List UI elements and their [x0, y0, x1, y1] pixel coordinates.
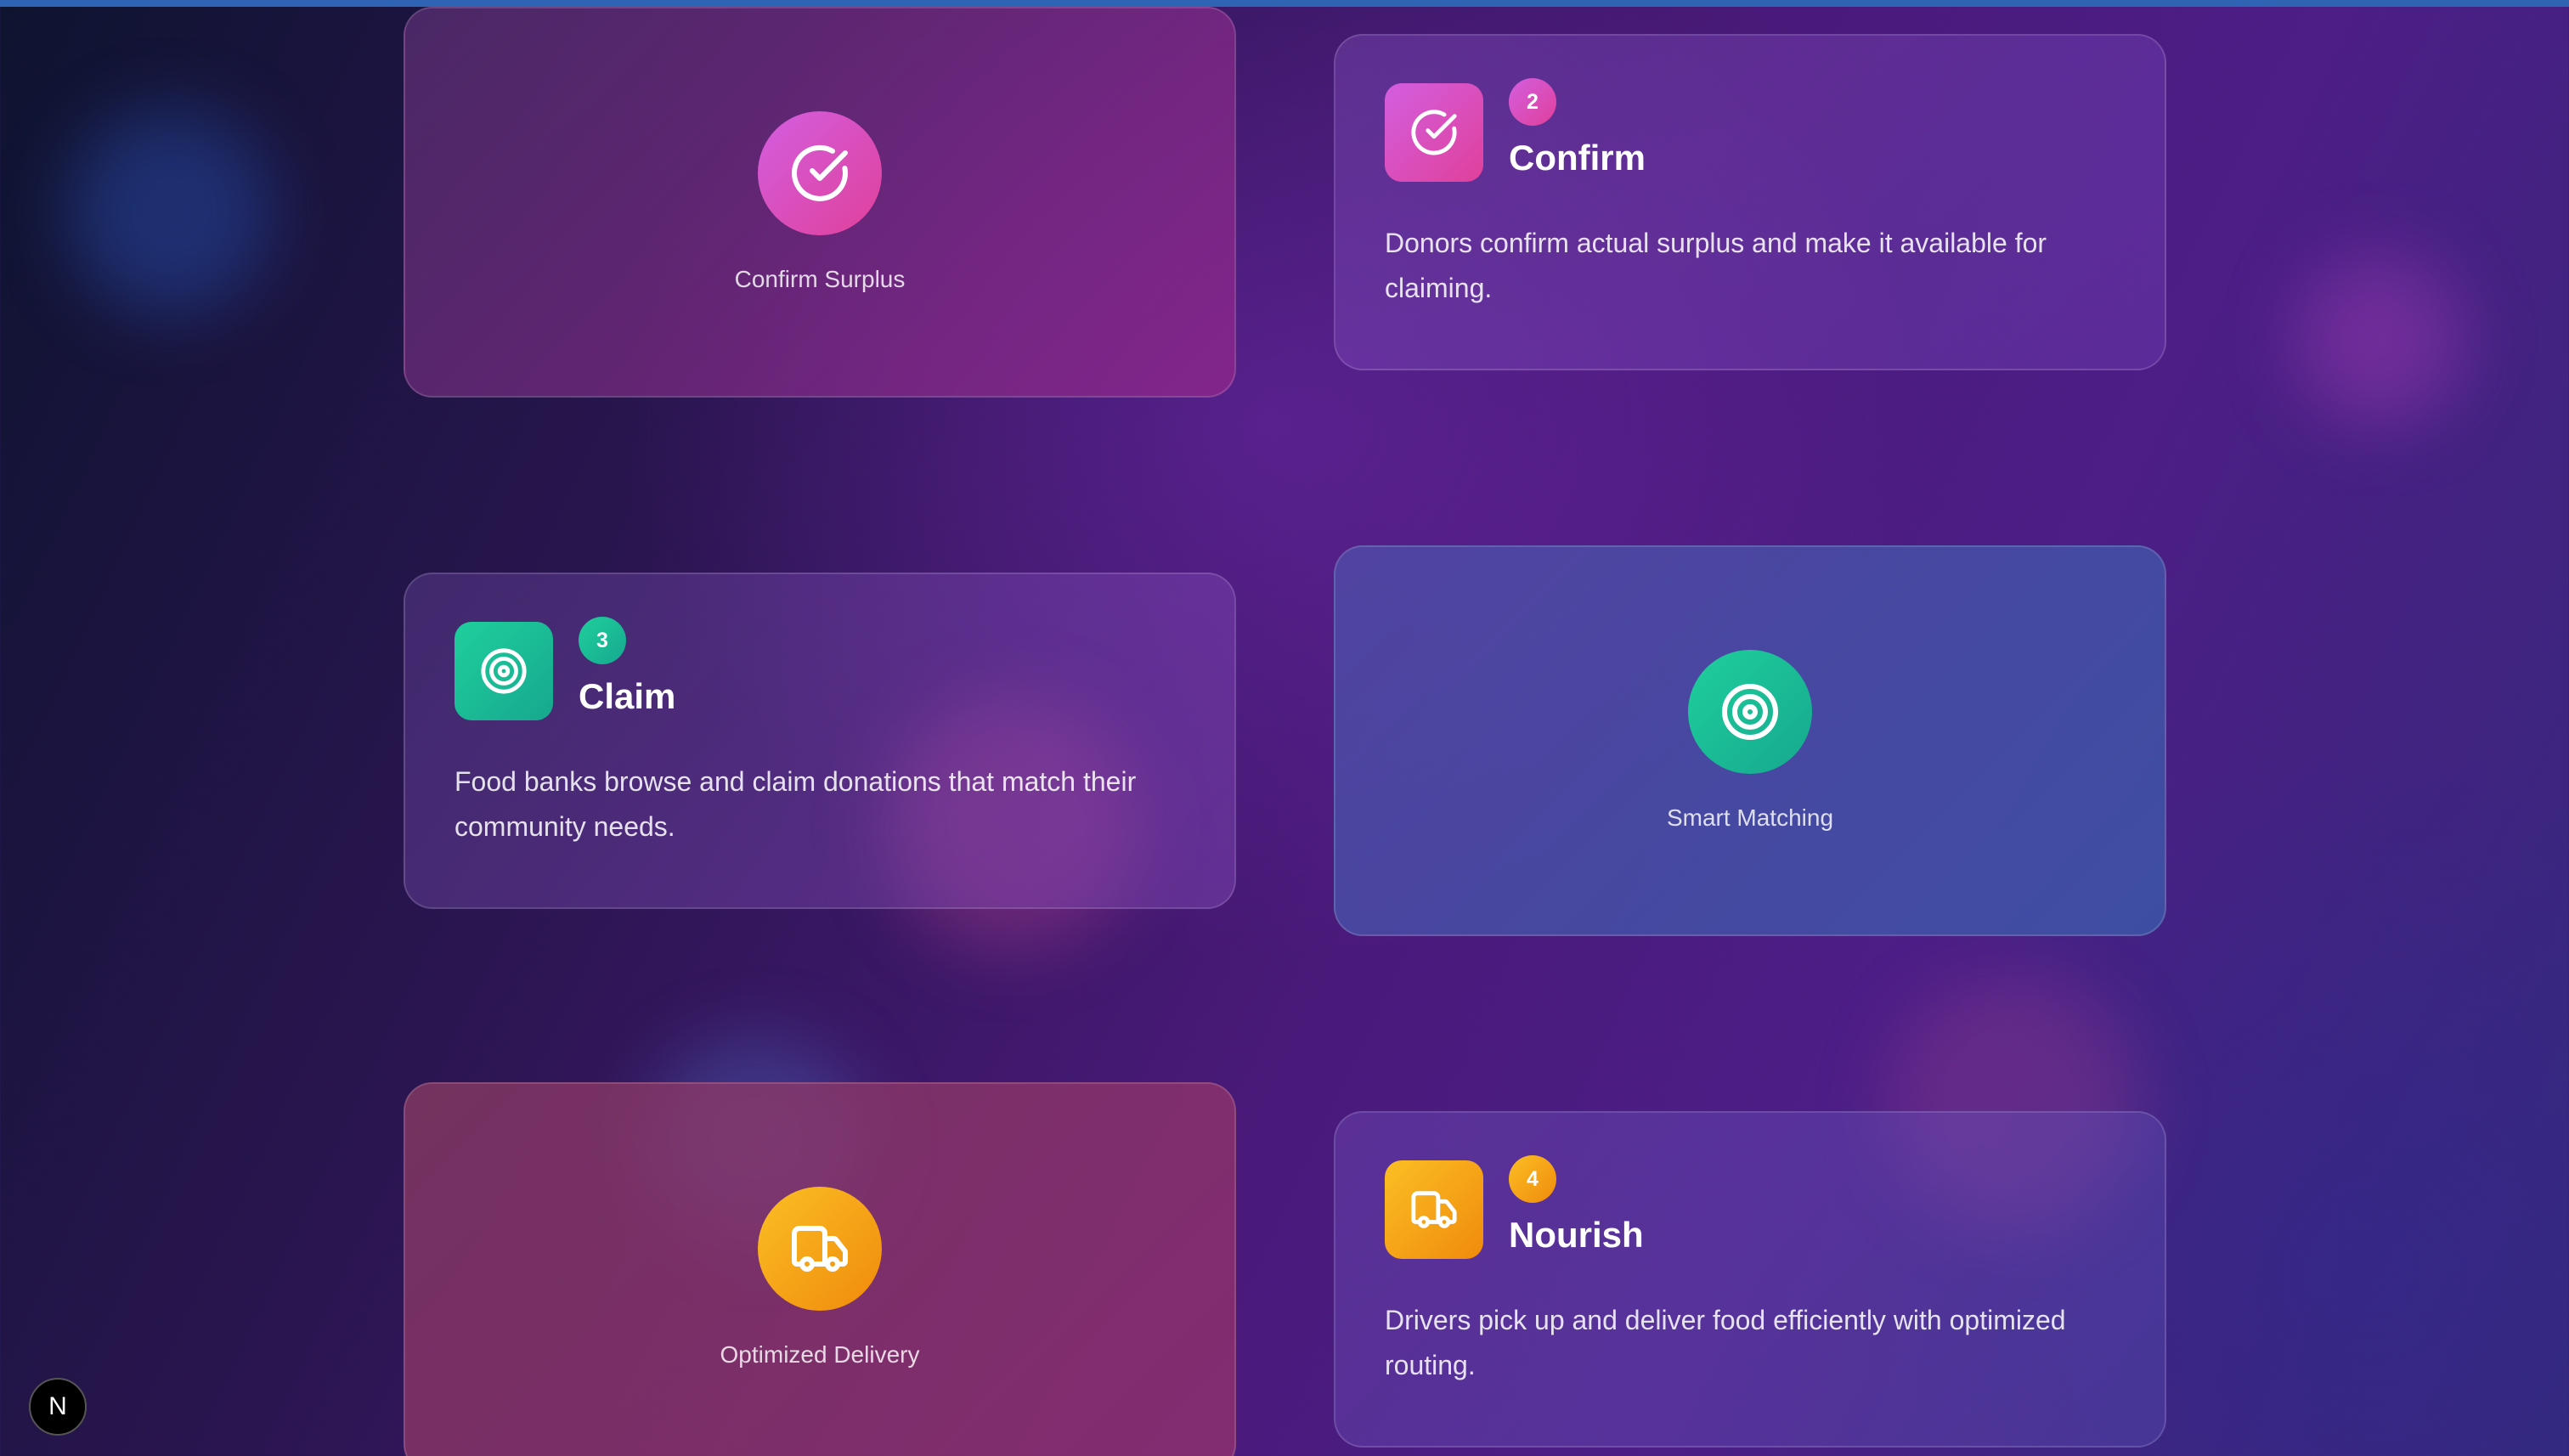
step-title: Claim: [579, 676, 676, 716]
target-icon: [1688, 650, 1812, 774]
check-circle-icon: [758, 111, 882, 235]
background-glow: [68, 110, 272, 314]
browser-top-bar: [0, 0, 2569, 7]
visual-caption: Smart Matching: [1666, 804, 1834, 831]
truck-icon: [758, 1187, 882, 1311]
step-description: Drivers pick up and deliver food efficie…: [1385, 1305, 2066, 1380]
step-number-badge: 2: [1509, 78, 1556, 126]
visual-card-smart-matching: Smart Matching: [1334, 545, 2166, 936]
step-description: Food banks browse and claim donations th…: [455, 766, 1137, 842]
step-card-claim: 3 Claim Food banks browse and claim dona…: [404, 573, 1236, 909]
visual-card-confirm-surplus: Confirm Surplus: [404, 7, 1236, 398]
step-description: Donors confirm actual surplus and make i…: [1385, 228, 2047, 303]
check-circle-icon: [1385, 83, 1483, 182]
nextjs-dev-badge[interactable]: N: [29, 1378, 87, 1436]
step-number-badge: 4: [1509, 1155, 1556, 1203]
visual-caption: Optimized Delivery: [720, 1341, 920, 1368]
step-card-confirm: 2 Confirm Donors confirm actual surplus …: [1334, 34, 2166, 370]
step-title: Confirm: [1509, 138, 1646, 178]
visual-card-optimized-delivery: Optimized Delivery: [404, 1082, 1236, 1456]
step-card-nourish: 4 Nourish Drivers pick up and deliver fo…: [1334, 1111, 2166, 1448]
background-glow: [2294, 255, 2464, 425]
step-number-badge: 3: [579, 617, 626, 664]
truck-icon: [1385, 1160, 1483, 1259]
visual-caption: Confirm Surplus: [734, 266, 906, 292]
step-title: Nourish: [1509, 1215, 1644, 1255]
target-icon: [455, 622, 553, 720]
